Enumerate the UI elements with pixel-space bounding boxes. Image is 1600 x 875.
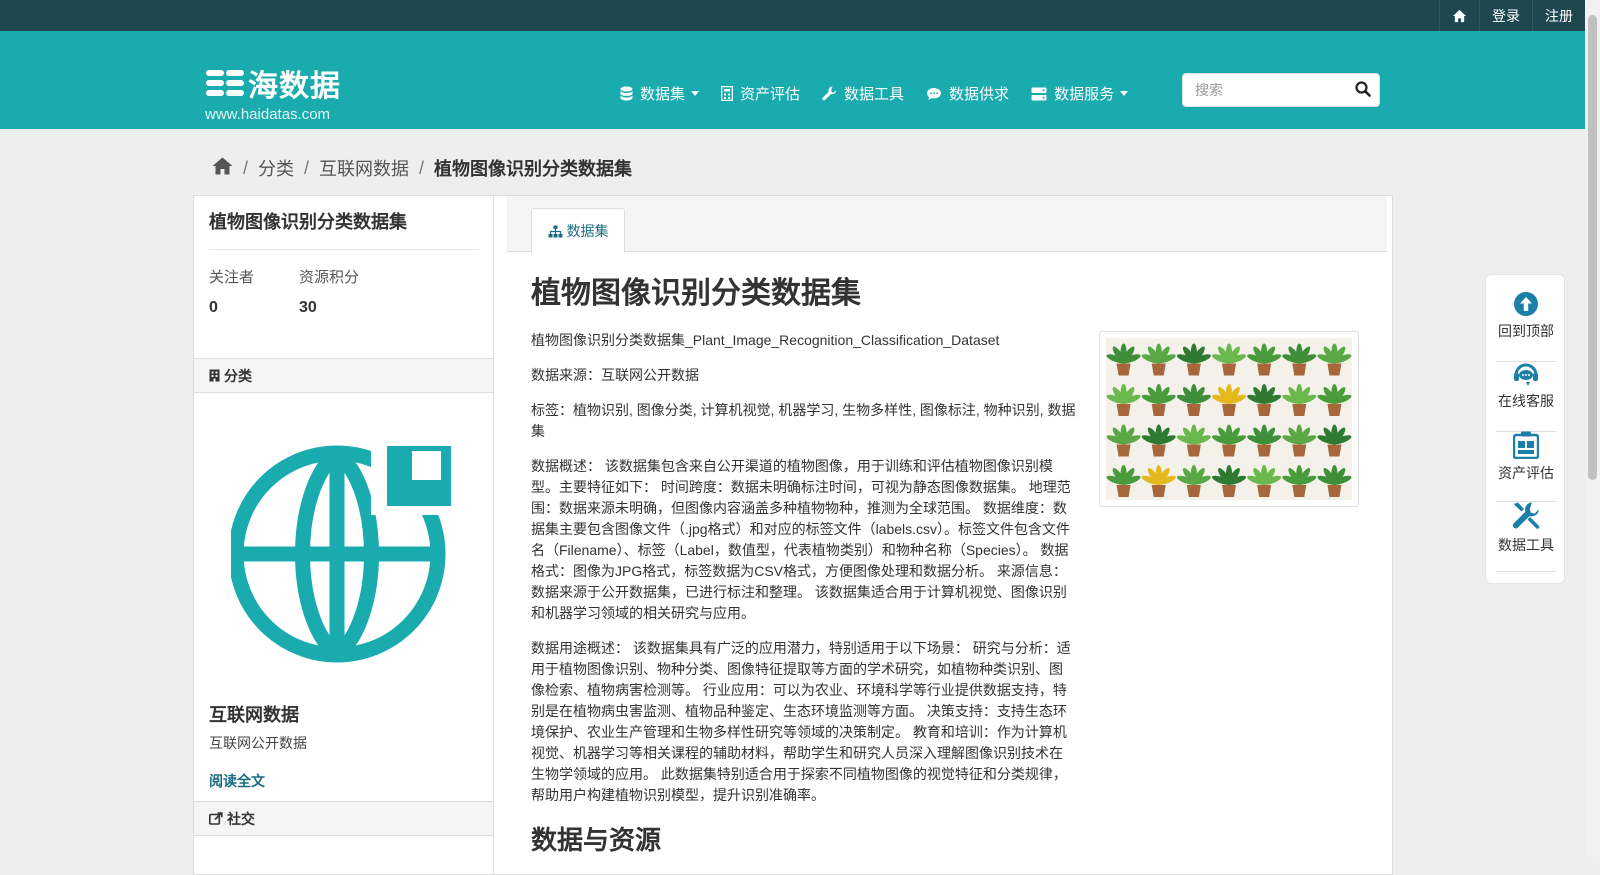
dataset-usage: 数据用途概述： 该数据集具有广泛的应用潜力，特别适用于以下场景： 研究与分析：适…: [531, 640, 1071, 803]
nav-asset-valuation-label: 资产评估: [740, 86, 801, 103]
home-icon: [1452, 9, 1467, 22]
social-header-label: 社交: [227, 810, 255, 827]
breadcrumb-separator: /: [419, 157, 425, 178]
search-button[interactable]: [1355, 81, 1371, 102]
org-logo[interactable]: [228, 440, 457, 671]
floating-toolbar: 回到顶部 在线客服 资产评估 数据工具: [1485, 274, 1565, 584]
dataset-content: 植物图像识别分类数据集 植物图像识别分类数据集_Plant_Image_Reco…: [531, 268, 1076, 857]
nav-data-services-label: 数据服务: [1054, 86, 1115, 103]
sidebar-title: 植物图像识别分类数据集: [209, 212, 407, 232]
breadcrumb-separator: /: [304, 157, 310, 178]
arrow-up-circle-icon: [1514, 292, 1538, 316]
asset-evaluation-label: 资产评估: [1498, 465, 1554, 481]
category-header: 分类: [194, 358, 493, 393]
nav-data-services[interactable]: 数据服务: [1031, 83, 1129, 104]
category-header-label: 分类: [224, 367, 252, 384]
scrollbar-thumb[interactable]: [1588, 15, 1597, 480]
stat-followers: 关注者 0: [209, 266, 299, 317]
nav-data-tools-label: 数据工具: [844, 86, 905, 103]
nav-supply-demand-label: 数据供求: [949, 86, 1010, 103]
brand-name: 海数据: [248, 70, 341, 103]
home-link[interactable]: [1439, 0, 1479, 31]
org-description: 互联网公开数据: [209, 735, 307, 751]
tab-dataset[interactable]: 数据集: [531, 208, 625, 253]
online-service-label: 在线客服: [1498, 393, 1554, 409]
data-tools-button[interactable]: 数据工具: [1496, 501, 1556, 572]
breadcrumb-category[interactable]: 分类: [258, 155, 294, 181]
social-header: 社交: [194, 801, 493, 836]
stat-value: 0: [209, 299, 218, 316]
calculator-icon: [721, 86, 734, 101]
search-input[interactable]: [1193, 81, 1347, 99]
asset-evaluation-button[interactable]: 资产评估: [1496, 431, 1556, 502]
chevron-down-icon: [691, 91, 700, 96]
tab-dataset-label: 数据集: [566, 223, 609, 239]
back-to-top-button[interactable]: 回到顶部: [1496, 291, 1556, 362]
sitemap-icon: [548, 225, 562, 237]
resources-heading: 数据与资源: [531, 825, 662, 855]
search-box: [1182, 73, 1380, 107]
dataset-source: 数据来源：互联网公开数据: [531, 367, 699, 383]
dataset-card: 植物图像识别分类数据集 关注者 0 资源积分 30 分类 互联网数据 互联网公开…: [193, 195, 1393, 875]
dataset-name: 植物图像识别分类数据集_Plant_Image_Recognition_Clas…: [531, 332, 1000, 348]
clipboard-icon: [1513, 431, 1539, 459]
wrench-icon: [822, 86, 837, 101]
database-icon: [620, 86, 633, 101]
dataset-sidebar: 植物图像识别分类数据集 关注者 0 资源积分 30 分类 互联网数据 互联网公开…: [194, 196, 494, 874]
site-header: 海数据 www.haidatas.com 数据集 资产评估 数据工具 数据供求 …: [0, 31, 1585, 129]
stat-label: 关注者: [209, 269, 255, 286]
nav-data-tools[interactable]: 数据工具: [822, 83, 904, 104]
dataset-overview: 数据概述： 该数据集包含来自公开渠道的植物图像，用于训练和评估植物图像识别模型。…: [531, 458, 1071, 621]
nav-datasets[interactable]: 数据集: [620, 83, 700, 104]
breadcrumb-home[interactable]: [212, 157, 233, 180]
dataset-title: 植物图像识别分类数据集: [531, 277, 861, 310]
back-to-top-label: 回到顶部: [1498, 323, 1554, 339]
read-more-link[interactable]: 阅读全文: [209, 771, 265, 791]
home-icon: [212, 157, 233, 174]
chevron-down-icon: [1120, 91, 1129, 96]
top-utility-bar: 登录 注册: [0, 0, 1585, 31]
breadcrumb: / 分类 / 互联网数据 / 植物图像识别分类数据集: [212, 155, 632, 181]
logo-icon: [206, 70, 244, 96]
dataset-stats: 关注者 0 资源积分 30: [209, 266, 389, 317]
building-icon: [209, 369, 220, 382]
stat-value: 30: [299, 299, 317, 316]
share-square-icon: [209, 812, 223, 825]
server-icon: [1031, 87, 1047, 100]
breadcrumb-current[interactable]: 植物图像识别分类数据集: [434, 155, 632, 181]
content-tabs: 数据集: [507, 196, 1387, 253]
org-name: 互联网数据: [209, 705, 299, 725]
stat-label: 资源积分: [299, 269, 360, 286]
plant-grid-image: [1106, 338, 1352, 500]
breadcrumb-org[interactable]: 互联网数据: [319, 155, 409, 181]
breadcrumb-separator: /: [243, 157, 249, 178]
dataset-tags: 标签：植物识别, 图像分类, 计算机视觉, 机器学习, 生物多样性, 图像标注,…: [531, 402, 1076, 439]
nav-supply-demand[interactable]: 数据供求: [926, 83, 1009, 104]
site-logo[interactable]: 海数据: [206, 61, 341, 105]
comment-icon: [927, 87, 942, 100]
divider: [209, 249, 479, 250]
headset-icon: [1514, 363, 1538, 386]
online-service-button[interactable]: 在线客服: [1496, 361, 1556, 432]
stat-points: 资源积分 30: [299, 266, 389, 317]
nav-datasets-label: 数据集: [640, 86, 686, 103]
globe-icon: [228, 440, 457, 663]
register-link[interactable]: 注册: [1532, 0, 1585, 31]
login-link[interactable]: 登录: [1479, 0, 1532, 31]
top-links: 登录 注册: [1439, 0, 1585, 31]
search-icon: [1355, 81, 1371, 97]
brand-domain: www.haidatas.com: [205, 106, 331, 123]
main-nav: 数据集 资产评估 数据工具 数据供求 数据服务: [620, 83, 1150, 104]
data-tools-label: 数据工具: [1498, 537, 1554, 553]
dataset-thumbnail[interactable]: [1099, 331, 1359, 507]
tools-icon: [1512, 502, 1540, 529]
page-scrollbar[interactable]: [1585, 0, 1600, 857]
nav-asset-valuation[interactable]: 资产评估: [721, 83, 800, 104]
